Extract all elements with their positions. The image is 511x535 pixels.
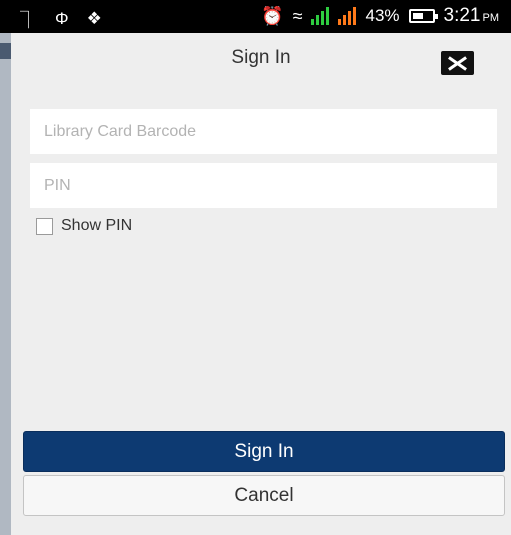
status-bar-left: ⏋ Φ ❖ <box>20 6 102 31</box>
show-pin-toggle[interactable]: Show PIN <box>36 217 132 235</box>
signal-icon <box>311 7 330 25</box>
cancel-button[interactable]: Cancel <box>23 475 505 516</box>
background-page-edge <box>0 33 11 535</box>
background-page-mark <box>0 43 11 59</box>
show-pin-label: Show PIN <box>61 217 133 234</box>
usb-icon: Φ <box>55 8 69 28</box>
library-card-barcode-input[interactable] <box>30 109 497 154</box>
sign-in-button[interactable]: Sign In <box>23 431 505 472</box>
show-pin-checkbox[interactable] <box>36 217 53 235</box>
wifi-icon: ≈ <box>292 5 303 26</box>
clock-ampm: PM <box>482 12 500 24</box>
dialog-title: Sign In <box>231 47 291 68</box>
close-icon[interactable] <box>441 51 474 75</box>
battery-icon <box>408 9 438 23</box>
status-bar-right: ⏰ ≈ 43% 3:21 PM <box>261 5 499 27</box>
notification-icon: ⏋ <box>20 11 37 30</box>
alarm-icon: ⏰ <box>261 5 284 26</box>
clock-time: 3:21 <box>443 5 481 26</box>
status-bar: ⏋ Φ ❖ ⏰ ≈ 43% 3:21 PM <box>0 0 511 33</box>
twitter-icon: ❖ <box>86 8 102 28</box>
signal-icon <box>338 7 357 25</box>
clock: 3:21 PM <box>444 5 499 27</box>
sign-in-dialog: Sign In Show PIN Sign In Cancel <box>11 33 511 535</box>
pin-input[interactable] <box>30 163 497 208</box>
battery-percent: 43% <box>365 6 400 25</box>
